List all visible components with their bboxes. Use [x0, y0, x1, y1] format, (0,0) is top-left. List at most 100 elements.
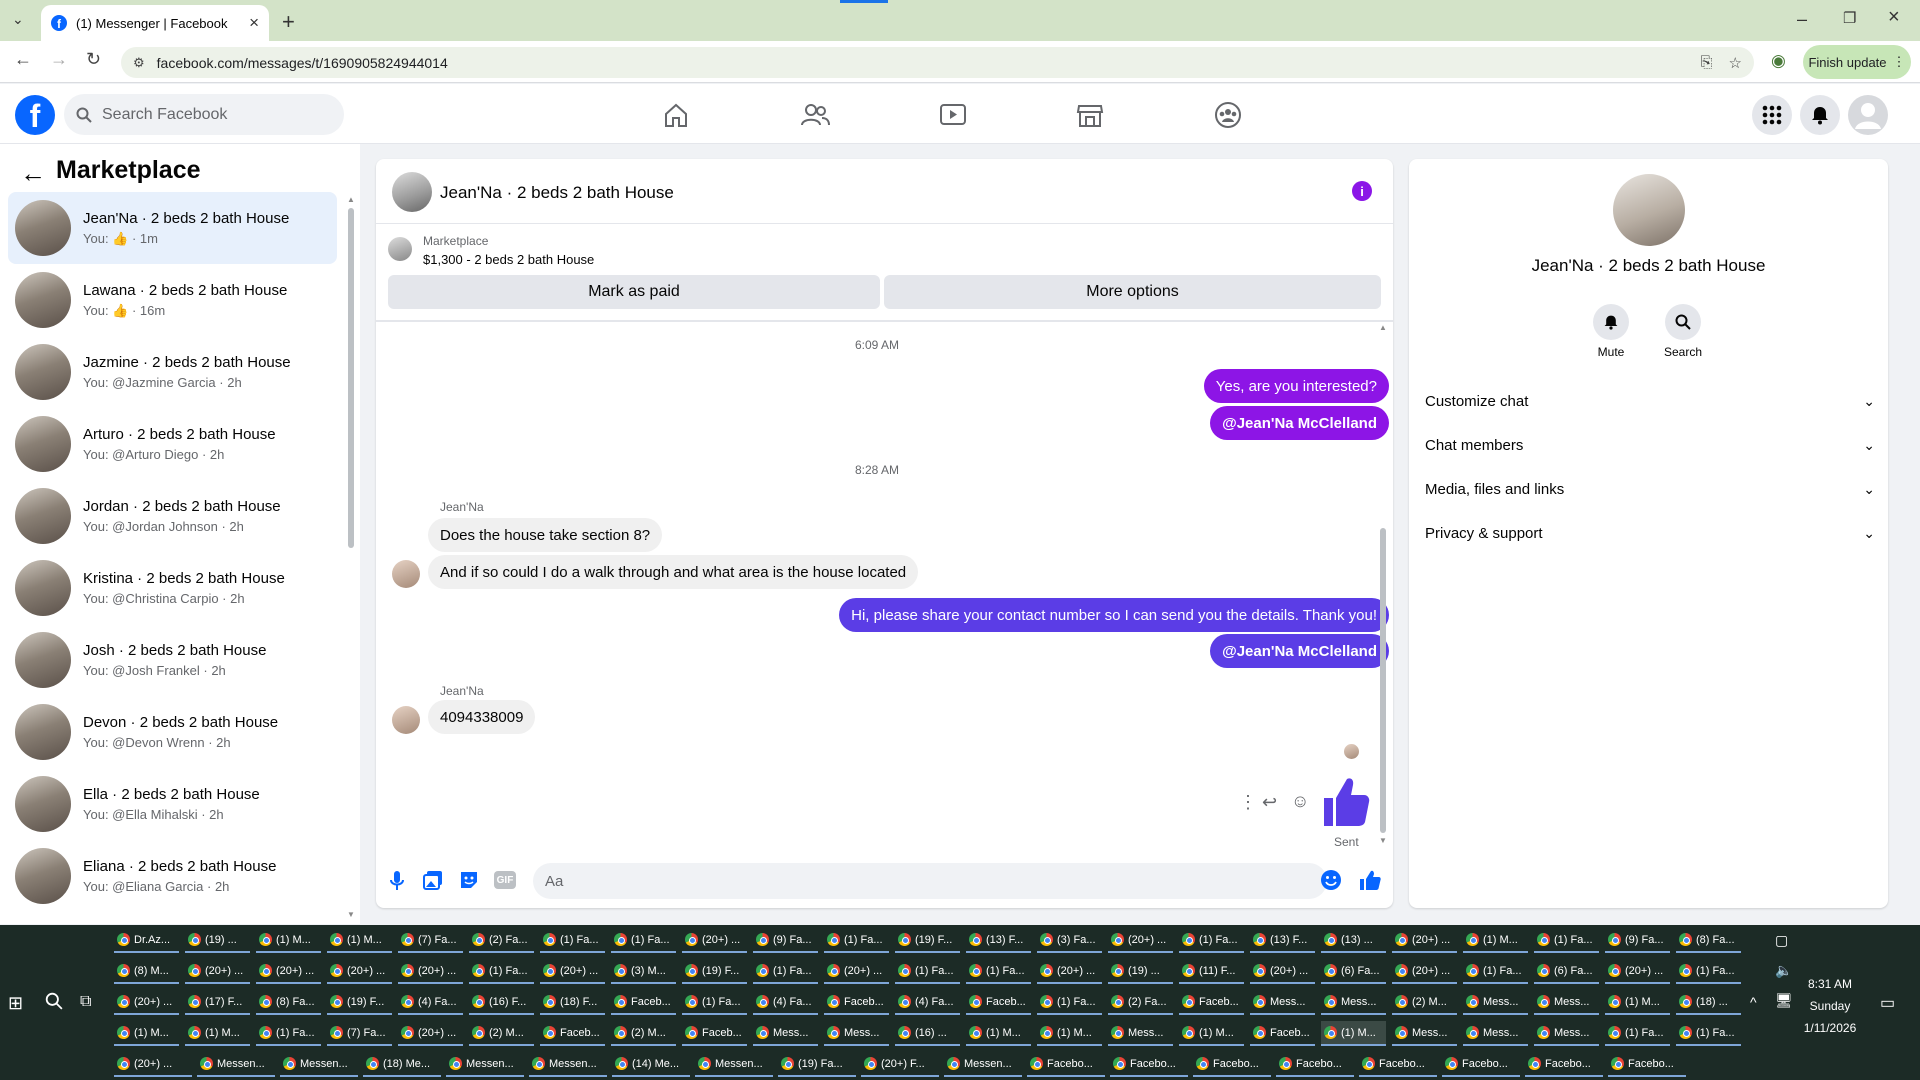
- taskbar-window-button[interactable]: (20+) ...: [185, 959, 250, 984]
- taskbar-window-button[interactable]: Mess...: [1534, 990, 1599, 1015]
- browser-profile-icon[interactable]: ◉: [1771, 51, 1786, 71]
- message-incoming[interactable]: And if so could I do a walk through and …: [428, 555, 919, 589]
- taskbar-window-button[interactable]: Mess...: [1108, 1021, 1173, 1046]
- conversation-item[interactable]: Jean'Na · 2 beds 2 bath House You: 👍 · 1m: [8, 192, 337, 264]
- restore-icon[interactable]: ❐: [1843, 9, 1856, 27]
- conversation-item[interactable]: Lawana · 2 beds 2 bath House You: 👍 · 16m: [8, 264, 337, 336]
- message-outgoing[interactable]: Hi, please share your contact number so …: [839, 598, 1389, 632]
- search-in-chat-button[interactable]: [1665, 304, 1701, 340]
- taskbar-window-button[interactable]: (9) Fa...: [1605, 928, 1670, 953]
- sender-avatar[interactable]: [392, 560, 420, 588]
- taskbar-window-button[interactable]: Messen...: [280, 1052, 358, 1077]
- taskbar-window-button[interactable]: (20+) ...: [398, 1021, 463, 1046]
- chat-avatar[interactable]: [392, 172, 432, 212]
- chat-details-avatar[interactable]: [1613, 174, 1685, 246]
- taskbar-window-button[interactable]: (1) M...: [1179, 1021, 1244, 1046]
- taskbar-window-button[interactable]: (19) ...: [1108, 959, 1173, 984]
- details-section-row[interactable]: Media, files and links ⌄: [1425, 477, 1875, 501]
- taskbar-window-button[interactable]: (3) Fa...: [1037, 928, 1102, 953]
- taskbar-window-button[interactable]: (20+) ...: [1392, 928, 1457, 953]
- conversation-item[interactable]: Eliana · 2 beds 2 bath House You: @Eliana…: [8, 840, 337, 912]
- taskbar-window-button[interactable]: (4) Fa...: [398, 990, 463, 1015]
- conversation-item[interactable]: Devon · 2 beds 2 bath House You: @Devon W…: [8, 696, 337, 768]
- notification-center-icon[interactable]: ▭: [1880, 993, 1895, 1013]
- taskbar-window-button[interactable]: Facebo...: [1525, 1052, 1603, 1077]
- marketplace-icon[interactable]: [1075, 100, 1105, 130]
- taskbar-window-button[interactable]: (20+) F...: [861, 1052, 939, 1077]
- taskbar-window-button[interactable]: (1) Fa...: [469, 959, 534, 984]
- taskbar-window-button[interactable]: (13) F...: [966, 928, 1031, 953]
- taskbar-window-button[interactable]: (1) M...: [1037, 1021, 1102, 1046]
- taskbar-window-button[interactable]: (20+) ...: [540, 959, 605, 984]
- conversation-item[interactable]: Kristina · 2 beds 2 bath House You: @Chri…: [8, 552, 337, 624]
- tray-overflow-chevron-icon[interactable]: ^: [1750, 994, 1757, 1010]
- more-actions-icon[interactable]: ⋮: [1239, 792, 1257, 813]
- taskbar-window-button[interactable]: (18) Me...: [363, 1052, 441, 1077]
- scroll-up-icon[interactable]: ▲: [1379, 323, 1387, 332]
- taskbar-window-button[interactable]: (1) M...: [114, 1021, 179, 1046]
- taskbar-window-button[interactable]: (16) F...: [469, 990, 534, 1015]
- taskbar-window-button[interactable]: (1) Fa...: [1676, 1021, 1741, 1046]
- taskbar-window-button[interactable]: (14) Me...: [612, 1052, 690, 1077]
- message-mention[interactable]: @Jean'Na McClelland: [1210, 406, 1389, 440]
- taskbar-window-button[interactable]: (1) Fa...: [1605, 1021, 1670, 1046]
- more-options-button[interactable]: More options: [884, 275, 1381, 309]
- taskbar-window-button[interactable]: (20+) ...: [1108, 928, 1173, 953]
- taskbar-window-button[interactable]: Facebo...: [1608, 1052, 1686, 1077]
- thumbs-up-sent-icon[interactable]: [1320, 776, 1370, 828]
- video-icon[interactable]: [938, 100, 968, 130]
- chat-title[interactable]: Jean'Na · 2 beds 2 bath House: [440, 183, 674, 203]
- message-incoming[interactable]: 4094338009: [428, 700, 536, 734]
- taskbar-clock[interactable]: 8:31 AM Sunday 1/11/2026: [1785, 973, 1875, 1039]
- forward-icon[interactable]: →: [50, 49, 68, 70]
- message-incoming[interactable]: Does the house take section 8?: [428, 518, 663, 552]
- facebook-logo[interactable]: f: [15, 95, 55, 135]
- taskbar-window-button[interactable]: Mess...: [824, 1021, 889, 1046]
- taskbar-window-button[interactable]: Mess...: [1321, 990, 1386, 1015]
- taskbar-window-button[interactable]: Mess...: [1392, 1021, 1457, 1046]
- taskbar-window-button[interactable]: (1) M...: [1463, 928, 1528, 953]
- finish-update-button[interactable]: Finish update ⋮: [1803, 45, 1911, 79]
- taskbar-window-button[interactable]: (20+) ...: [114, 990, 179, 1015]
- taskbar-window-button[interactable]: Facebo...: [1442, 1052, 1520, 1077]
- taskbar-window-button[interactable]: (1) M...: [185, 1021, 250, 1046]
- taskbar-window-button[interactable]: Facebo...: [1027, 1052, 1105, 1077]
- taskbar-window-button[interactable]: (20+) ...: [114, 1052, 192, 1077]
- taskbar-window-button[interactable]: (2) M...: [1392, 990, 1457, 1015]
- microphone-icon[interactable]: [386, 869, 408, 891]
- taskbar-window-button[interactable]: (1) Fa...: [256, 1021, 321, 1046]
- emoji-icon[interactable]: [1320, 869, 1342, 891]
- taskbar-window-button[interactable]: (20+) ...: [256, 959, 321, 984]
- taskbar-window-button[interactable]: (9) Fa...: [753, 928, 818, 953]
- taskbar-window-button[interactable]: (19) Fa...: [778, 1052, 856, 1077]
- details-section-row[interactable]: Customize chat ⌄: [1425, 389, 1875, 413]
- taskbar-window-button[interactable]: Messen...: [695, 1052, 773, 1077]
- thumbs-up-icon[interactable]: [1359, 869, 1381, 891]
- taskbar-window-button[interactable]: (1) M...: [327, 928, 392, 953]
- taskbar-window-button[interactable]: Mess...: [1463, 990, 1528, 1015]
- gif-icon[interactable]: GIF: [494, 871, 516, 889]
- message-outgoing[interactable]: Yes, are you interested?: [1203, 369, 1389, 403]
- taskbar-window-button[interactable]: (2) Fa...: [1108, 990, 1173, 1015]
- taskbar-window-button[interactable]: (7) Fa...: [398, 928, 463, 953]
- taskbar-window-button[interactable]: (1) Fa...: [1463, 959, 1528, 984]
- taskbar-window-button[interactable]: Facebo...: [1359, 1052, 1437, 1077]
- conversation-item[interactable]: Jazmine · 2 beds 2 bath House You: @Jazmi…: [8, 336, 337, 408]
- taskbar-window-button[interactable]: (20+) ...: [398, 959, 463, 984]
- install-app-icon[interactable]: ⎘: [1701, 54, 1713, 72]
- scroll-up-icon[interactable]: ▲: [347, 195, 355, 204]
- groups-icon[interactable]: [1213, 100, 1243, 130]
- notifications-bell-icon[interactable]: [1800, 95, 1840, 135]
- site-info-icon[interactable]: ⚙: [133, 55, 145, 71]
- taskbar-window-button[interactable]: (8) M...: [114, 959, 179, 984]
- taskbar-window-button[interactable]: (13) F...: [1250, 928, 1315, 953]
- taskbar-window-button[interactable]: Messen...: [529, 1052, 607, 1077]
- taskbar-window-button[interactable]: Dr.Az...: [114, 928, 179, 953]
- taskbar-window-button[interactable]: Facebo...: [1276, 1052, 1354, 1077]
- taskbar-window-button[interactable]: (20+) ...: [1605, 959, 1670, 984]
- taskbar-window-button[interactable]: (20+) ...: [1392, 959, 1457, 984]
- taskbar-window-button[interactable]: Mess...: [1534, 1021, 1599, 1046]
- new-tab-icon[interactable]: +: [282, 9, 295, 35]
- taskbar-window-button[interactable]: Faceb...: [1250, 1021, 1315, 1046]
- facebook-search-input[interactable]: Search Facebook: [64, 94, 344, 135]
